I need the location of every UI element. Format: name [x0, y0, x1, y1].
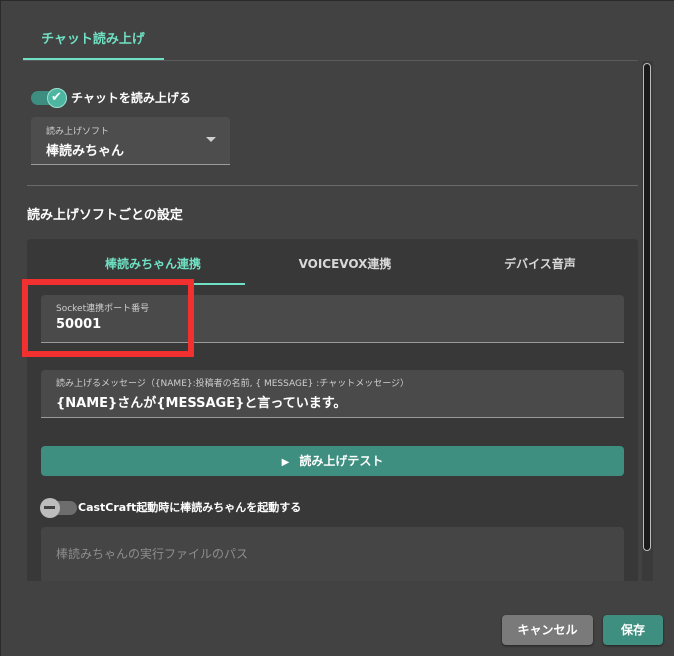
chevron-down-icon — [206, 137, 216, 142]
exe-path-placeholder: 棒読みちゃんの実行ファイルのパス — [56, 547, 249, 561]
settings-dialog: チャット読み上げ ✔ チャットを読み上げる 読み上げソフト 棒読みちゃん 読み上… — [0, 0, 674, 656]
read-test-button-label: 読み上げテスト — [299, 454, 384, 468]
tab-divider — [23, 60, 638, 61]
read-message-field[interactable]: 読み上げるメッセージ（{NAME}:投稿者の名前, { MESSAGE} :チャ… — [41, 370, 624, 418]
read-soft-select-label: 読み上げソフト — [46, 127, 110, 137]
read-soft-select[interactable]: 読み上げソフト 棒読みちゃん — [31, 117, 230, 165]
read-chat-toggle[interactable]: ✔ — [31, 88, 67, 108]
tab-voicevox[interactable]: VOICEVOX連携 — [253, 255, 437, 285]
read-test-button[interactable]: ▶ 読み上げテスト — [41, 446, 624, 476]
exe-path-input[interactable]: 棒読みちゃんの実行ファイルのパス — [41, 527, 624, 581]
toggle-knob — [40, 498, 60, 518]
minus-icon — [44, 506, 55, 509]
read-soft-select-value: 棒読みちゃん — [46, 144, 125, 159]
tab-device-audio[interactable]: デバイス音声 — [445, 255, 635, 285]
save-button[interactable]: 保存 — [603, 615, 663, 645]
section-title: 読み上げソフトごとの設定 — [27, 208, 183, 223]
play-icon: ▶ — [281, 457, 290, 468]
launch-bouyomi-toggle[interactable] — [40, 498, 77, 518]
cancel-button[interactable]: キャンセル — [502, 615, 593, 645]
launch-bouyomi-label: CastCraft起動時に棒読みちゃんを起動する — [78, 501, 302, 514]
check-icon: ✔ — [51, 90, 62, 105]
read-message-label: 読み上げるメッセージ（{NAME}:投稿者の名前, { MESSAGE} :チャ… — [56, 379, 410, 389]
scrollbar-thumb[interactable] — [643, 63, 651, 551]
read-chat-toggle-label: チャットを読み上げる — [71, 91, 191, 105]
tab-chat-read[interactable]: チャット読み上げ — [23, 25, 163, 61]
toggle-knob: ✔ — [47, 88, 67, 108]
read-message-value: {NAME}さんが{MESSAGE}と言っています。 — [56, 396, 347, 411]
section-divider — [27, 185, 638, 186]
annotation-highlight-box — [22, 279, 194, 357]
